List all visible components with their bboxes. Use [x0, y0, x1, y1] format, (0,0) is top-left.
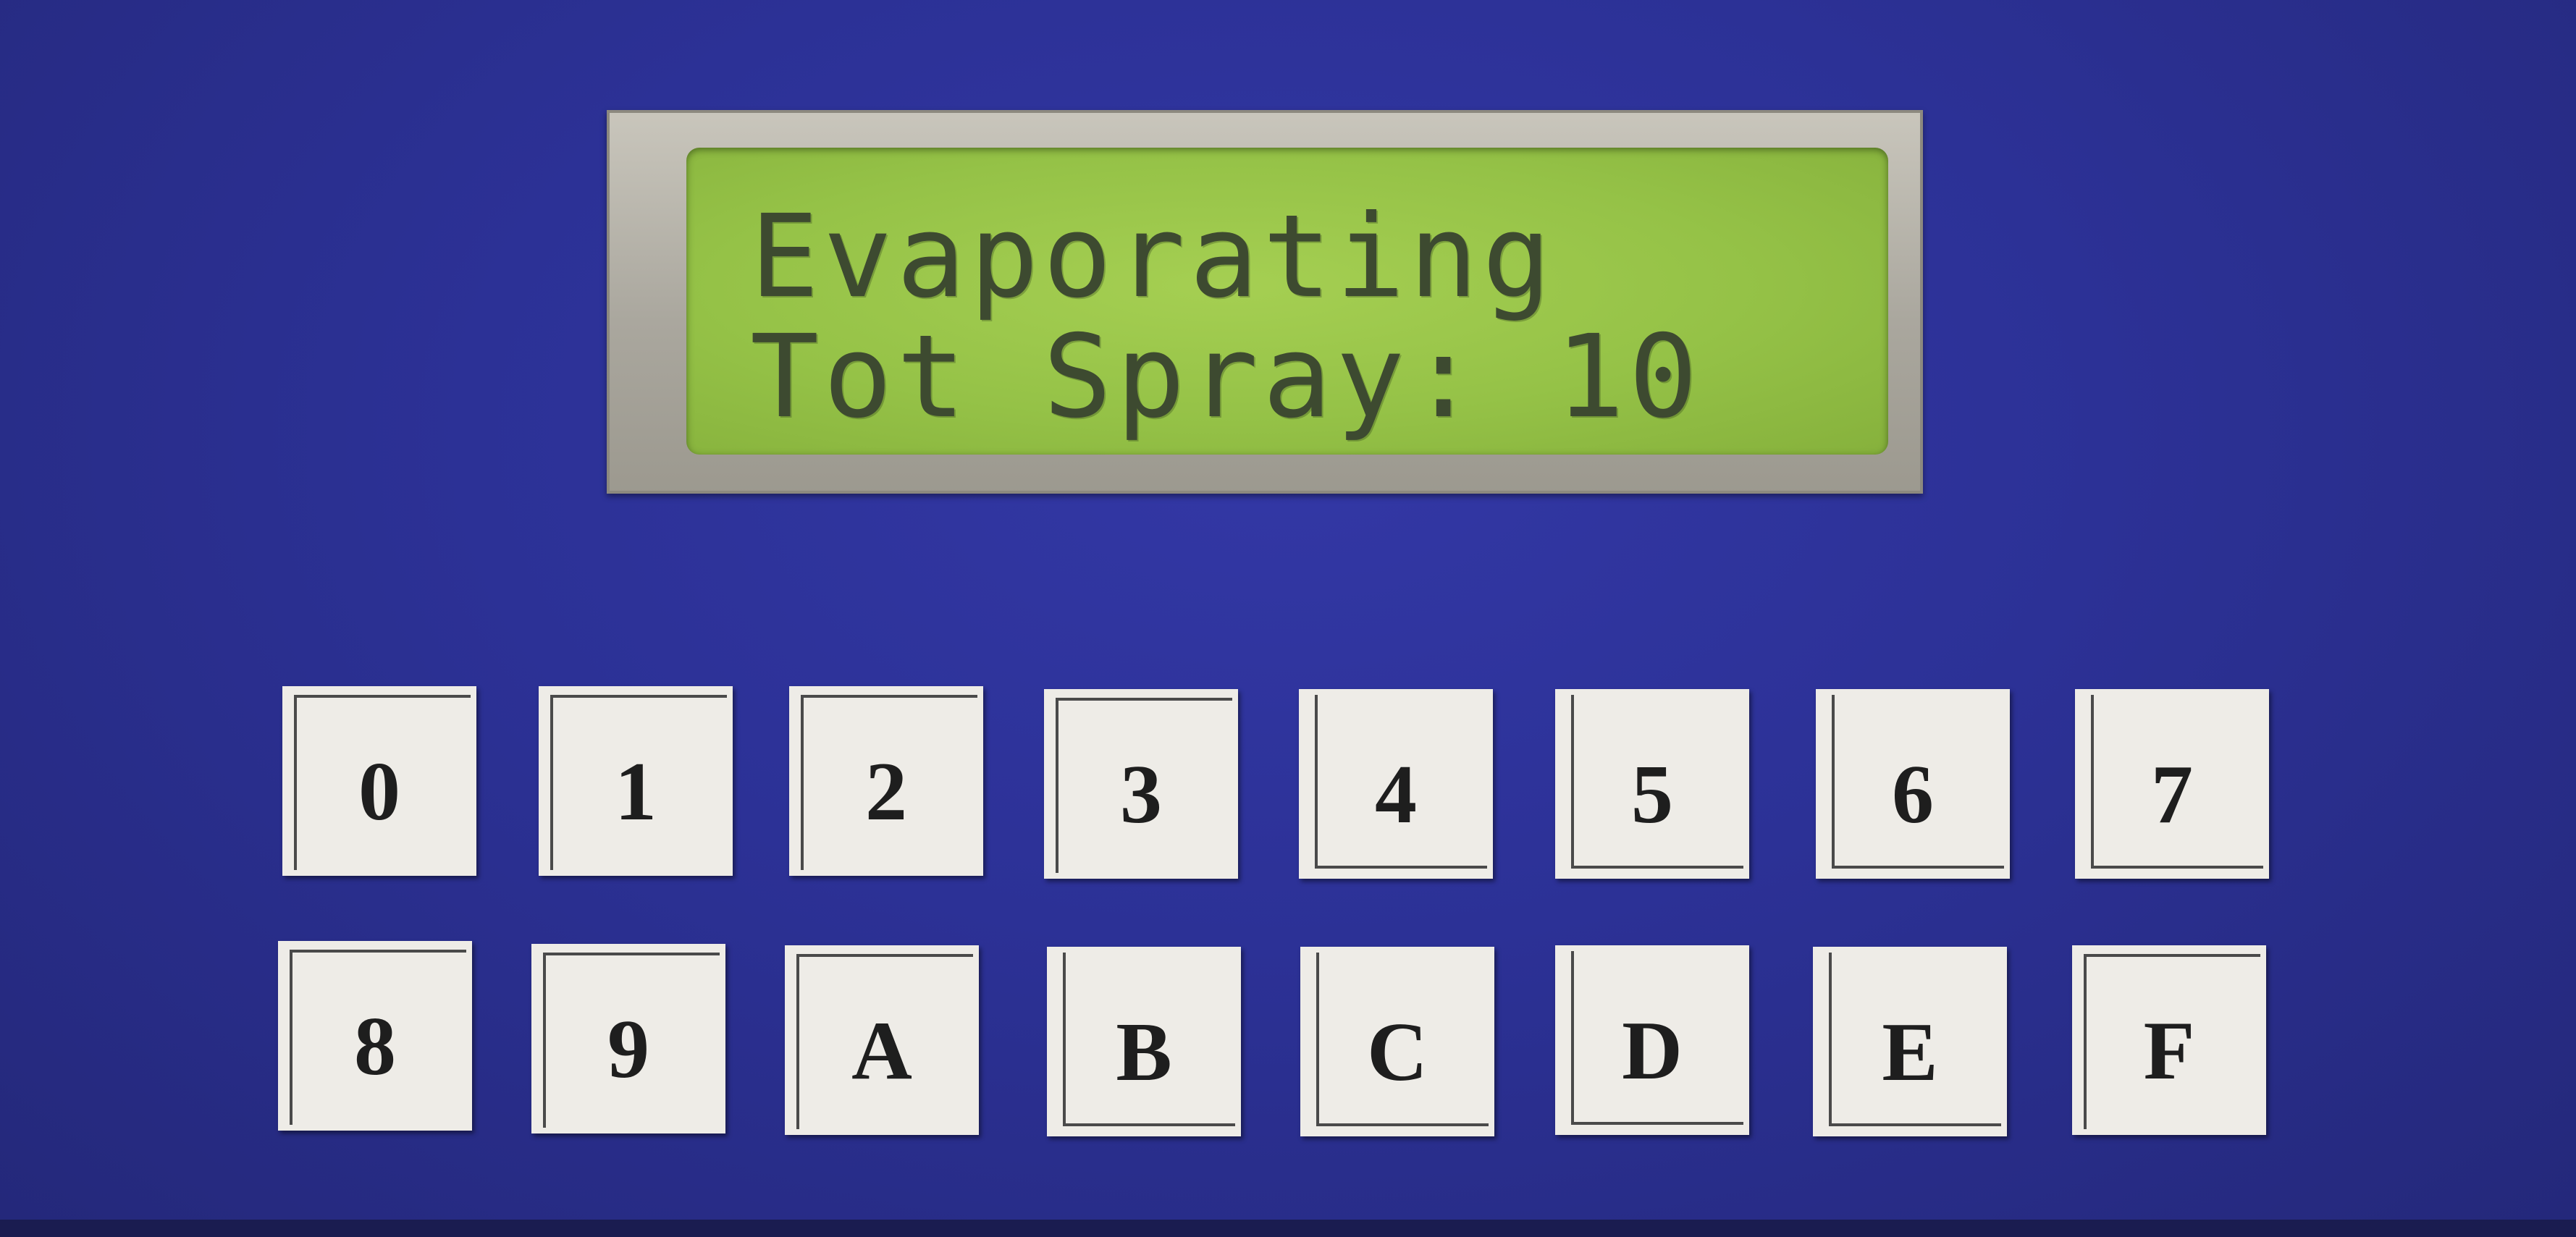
device-panel: Evaporating Tot Spray: 10 0 1 2 3 4 5 6 … [0, 0, 2576, 1237]
key-label: E [1882, 1005, 1938, 1099]
key-0[interactable]: 0 [282, 686, 476, 876]
key-label: 1 [615, 745, 657, 838]
key-label: 4 [1375, 748, 1417, 841]
key-d[interactable]: D [1555, 945, 1749, 1135]
key-label: 5 [1631, 748, 1673, 841]
key-label: 2 [865, 745, 907, 838]
key-2[interactable]: 2 [789, 686, 983, 876]
key-9[interactable]: 9 [531, 944, 725, 1133]
key-4[interactable]: 4 [1299, 689, 1493, 879]
key-c[interactable]: C [1300, 947, 1494, 1136]
key-label: 6 [1892, 748, 1934, 841]
key-label: F [2143, 1004, 2195, 1097]
key-5[interactable]: 5 [1555, 689, 1749, 879]
lcd-line-2: Tot Spray: 10 [750, 311, 1702, 444]
key-label: 3 [1120, 748, 1162, 841]
key-label: 0 [358, 745, 400, 838]
key-8[interactable]: 8 [278, 941, 472, 1131]
panel-bottom-edge [0, 1220, 2576, 1237]
lcd-line-1: Evaporating [750, 190, 1556, 324]
key-label: D [1622, 1004, 1683, 1097]
key-label: B [1116, 1005, 1172, 1099]
key-label: C [1367, 1005, 1428, 1099]
key-7[interactable]: 7 [2075, 689, 2269, 879]
key-1[interactable]: 1 [539, 686, 733, 876]
key-label: A [851, 1004, 912, 1097]
key-a[interactable]: A [785, 945, 979, 1135]
key-f[interactable]: F [2072, 945, 2266, 1135]
lcd-display: Evaporating Tot Spray: 10 [686, 148, 1888, 455]
key-e[interactable]: E [1813, 947, 2007, 1136]
key-6[interactable]: 6 [1816, 689, 2010, 879]
key-label: 8 [354, 1000, 396, 1093]
key-label: 7 [2151, 748, 2193, 841]
key-label: 9 [607, 1002, 649, 1096]
key-3[interactable]: 3 [1044, 689, 1238, 879]
key-b[interactable]: B [1047, 947, 1241, 1136]
